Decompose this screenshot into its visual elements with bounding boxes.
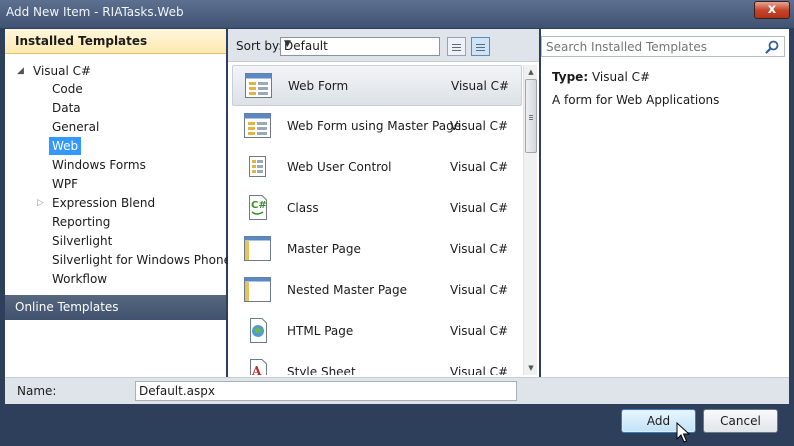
grid-icon bbox=[452, 42, 461, 51]
installed-templates-header[interactable]: Installed Templates bbox=[5, 29, 226, 54]
master-page-icon bbox=[244, 236, 271, 261]
tree-item-label: General bbox=[52, 120, 100, 134]
cancel-button[interactable]: Cancel bbox=[703, 409, 778, 433]
template-name: Nested Master Page bbox=[287, 283, 407, 297]
tree-item-label: Visual C# bbox=[33, 64, 92, 78]
tree-item-label: Web bbox=[49, 137, 82, 155]
sort-by-label: Sort by: bbox=[236, 39, 283, 53]
window-title: Add New Item - RIATasks.Web bbox=[6, 5, 184, 19]
scrollbar-thumb[interactable] bbox=[525, 79, 537, 153]
tree-item-label: Windows Forms bbox=[52, 158, 146, 172]
close-icon: x bbox=[767, 2, 777, 17]
template-name: Style Sheet bbox=[287, 365, 356, 375]
template-language: Visual C# bbox=[450, 283, 509, 297]
web-form-icon bbox=[245, 73, 272, 98]
online-templates-header[interactable]: Online Templates bbox=[5, 295, 226, 320]
tree-item-label: Code bbox=[52, 82, 83, 96]
expanded-arrow-icon[interactable]: ◢ bbox=[17, 62, 24, 80]
tree-item-label: Silverlight for Windows Phone bbox=[52, 253, 231, 267]
search-icon[interactable] bbox=[764, 39, 780, 55]
web-form-master-icon bbox=[244, 113, 271, 138]
tree-item-label: Reporting bbox=[52, 215, 111, 229]
list-view-button[interactable] bbox=[471, 37, 490, 56]
template-list-scrollbar[interactable]: ▲ ▼ bbox=[523, 65, 537, 375]
sort-toolbar: Sort by: Default ▼ bbox=[228, 29, 539, 62]
template-language: Visual C# bbox=[450, 242, 509, 256]
template-language: Visual C# bbox=[450, 365, 509, 375]
template-details-panel: Type: Visual C# A form for Web Applicati… bbox=[541, 29, 789, 377]
mouse-cursor-icon bbox=[676, 422, 690, 443]
type-value: Visual C# bbox=[591, 70, 651, 84]
svg-text:A: A bbox=[251, 364, 262, 375]
template-list-panel: Sort by: Default ▼ Web Form Visual C# We… bbox=[228, 29, 539, 377]
installed-templates-label: Installed Templates bbox=[15, 34, 148, 48]
online-templates-label: Online Templates bbox=[15, 300, 119, 314]
template-language: Visual C# bbox=[450, 324, 509, 338]
template-name: Class bbox=[287, 201, 319, 215]
template-item-web-form[interactable]: Web Form Visual C# bbox=[232, 65, 522, 106]
tree-item-label: Silverlight bbox=[52, 234, 113, 248]
template-item-style-sheet[interactable]: A Style Sheet Visual C# bbox=[232, 352, 522, 375]
template-name: Web Form using Master Page bbox=[287, 119, 462, 133]
template-language: Visual C# bbox=[450, 160, 509, 174]
name-input[interactable] bbox=[135, 381, 517, 401]
template-item-web-form-master[interactable]: Web Form using Master Page Visual C# bbox=[232, 106, 522, 147]
template-name: Master Page bbox=[287, 242, 361, 256]
template-language: Visual C# bbox=[451, 79, 510, 93]
collapsed-arrow-icon[interactable]: ▷ bbox=[37, 194, 44, 212]
name-label: Name: bbox=[17, 384, 57, 398]
nested-master-page-icon bbox=[244, 277, 271, 302]
template-item-master-page[interactable]: Master Page Visual C# bbox=[232, 229, 522, 270]
template-language: Visual C# bbox=[450, 201, 509, 215]
close-button[interactable]: x bbox=[754, 1, 790, 19]
html-page-icon bbox=[250, 318, 267, 343]
template-item-html-page[interactable]: HTML Page Visual C# bbox=[232, 311, 522, 352]
template-item-nested-master-page[interactable]: Nested Master Page Visual C# bbox=[232, 270, 522, 311]
tree-item-label: Workflow bbox=[52, 272, 108, 286]
template-name: Web User Control bbox=[287, 160, 392, 174]
template-item-class[interactable]: C# Class Visual C# bbox=[232, 188, 522, 229]
template-language: Visual C# bbox=[450, 119, 509, 133]
tree-item-label: Expression Blend bbox=[52, 196, 156, 210]
class-file-icon: C# bbox=[249, 195, 267, 220]
search-box[interactable] bbox=[541, 36, 785, 57]
small-icons-view-button[interactable] bbox=[447, 37, 466, 56]
svg-text:C#: C# bbox=[251, 200, 267, 211]
template-description: A form for Web Applications bbox=[552, 93, 720, 107]
search-input[interactable] bbox=[546, 39, 756, 54]
template-item-web-user-control[interactable]: Web User Control Visual C# bbox=[232, 147, 522, 188]
name-row: Name: bbox=[5, 377, 789, 404]
scroll-down-icon[interactable]: ▼ bbox=[524, 361, 538, 375]
sort-dropdown[interactable]: Default ▼ bbox=[280, 37, 440, 56]
tree-item-label: Data bbox=[52, 101, 81, 115]
template-list: Web Form Visual C# Web Form using Master… bbox=[232, 65, 522, 375]
template-type: Type: Visual C# bbox=[552, 70, 650, 84]
title-bar: Add New Item - RIATasks.Web x bbox=[0, 0, 794, 28]
grip-icon bbox=[529, 114, 533, 120]
user-control-icon bbox=[249, 156, 266, 177]
template-name: HTML Page bbox=[287, 324, 354, 338]
scroll-up-icon[interactable]: ▲ bbox=[524, 65, 538, 79]
tree-item-label: WPF bbox=[52, 177, 79, 191]
style-sheet-icon: A bbox=[250, 359, 267, 375]
dropdown-arrow-icon: ▼ bbox=[284, 39, 291, 49]
list-icon bbox=[476, 42, 485, 51]
template-category-panel: Installed Templates ◢ Visual C# Code Dat… bbox=[5, 29, 231, 377]
type-label: Type: bbox=[552, 70, 589, 84]
template-name: Web Form bbox=[288, 79, 349, 93]
